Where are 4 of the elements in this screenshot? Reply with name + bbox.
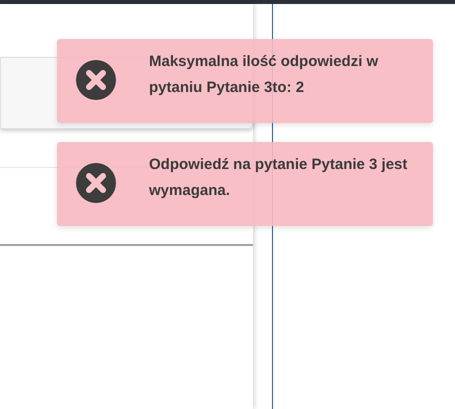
toast-message: Odpowiedź na pytanie Pytanie 3 jest wymagana. — [149, 155, 408, 201]
close-circle-icon — [76, 163, 116, 203]
close-circle-icon — [76, 60, 116, 100]
toast-message: Maksymalna ilość odpowiedzi w pytaniu Pytanie 3to: 2 — [149, 52, 380, 98]
